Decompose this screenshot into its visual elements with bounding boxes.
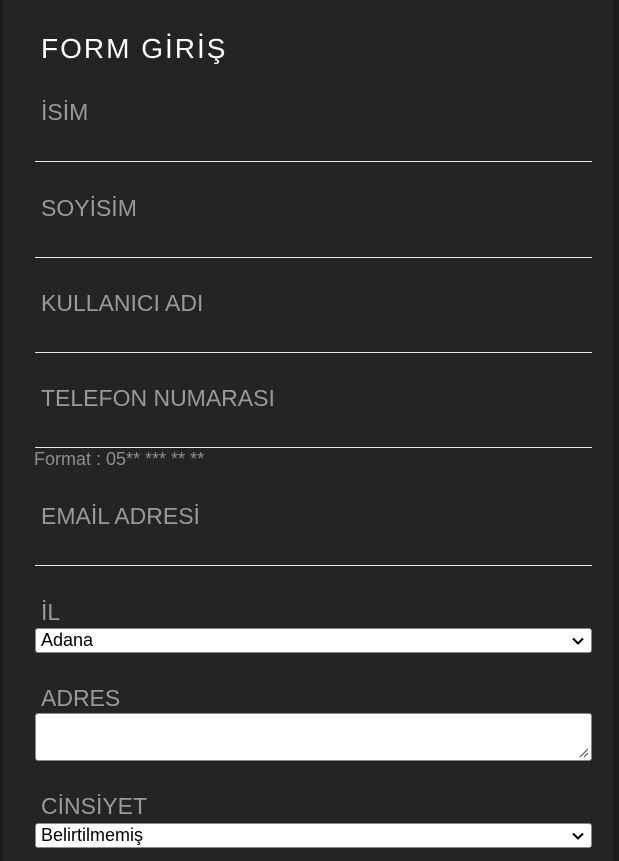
phone-format-hint: Format : 05** *** ** **: [34, 449, 205, 469]
city-selected-value: Adana: [41, 630, 94, 650]
gender-label: CİNSİYET: [41, 793, 148, 819]
resize-grip-icon[interactable]: [577, 746, 589, 758]
first-name-label: İSİM: [41, 99, 89, 125]
username-field[interactable]: KULLANICI ADI: [35, 286, 592, 356]
email-underline: [35, 565, 592, 566]
address-textarea[interactable]: [35, 713, 592, 761]
username-label: KULLANICI ADI: [41, 290, 204, 316]
gender-selected-value: Belirtilmemiş: [41, 825, 144, 845]
phone-field[interactable]: TELEFON NUMARASI: [35, 381, 592, 451]
chevron-down-icon: [572, 637, 584, 645]
last-name-label: SOYİSİM: [41, 195, 137, 221]
city-select[interactable]: Adana: [35, 628, 592, 653]
phone-underline: [35, 447, 592, 448]
chevron-down-icon: [572, 832, 584, 840]
last-name-underline: [35, 257, 592, 258]
first-name-field[interactable]: İSİM: [35, 95, 592, 165]
last-name-field[interactable]: SOYİSİM: [35, 191, 592, 261]
username-underline: [35, 352, 592, 353]
right-edge: [613, 0, 619, 861]
left-edge: [0, 0, 3, 861]
email-field[interactable]: EMAİL ADRESİ: [35, 499, 592, 569]
city-label: İL: [41, 599, 61, 625]
form-container: FORM GİRİŞ İSİM SOYİSİM KULLANICI ADI TE…: [0, 0, 619, 861]
email-label: EMAİL ADRESİ: [41, 503, 200, 529]
address-label: ADRES: [41, 685, 121, 711]
first-name-underline: [35, 161, 592, 162]
form-title: FORM GİRİŞ: [41, 33, 228, 64]
phone-label: TELEFON NUMARASI: [41, 385, 275, 411]
gender-select[interactable]: Belirtilmemiş: [35, 823, 592, 848]
